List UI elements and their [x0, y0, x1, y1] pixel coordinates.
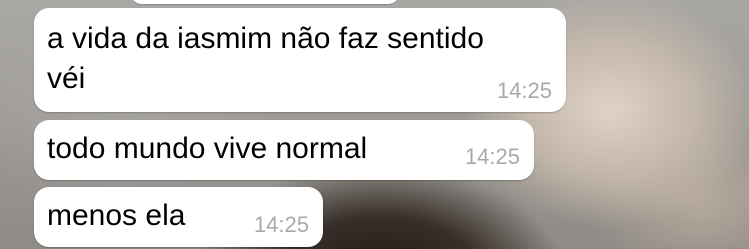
message-bubble[interactable]: todo mundo vive normal 14:25 — [34, 120, 534, 180]
message-timestamp: 14:25 — [253, 212, 309, 237]
message-timestamp: 14:25 — [496, 78, 552, 103]
message-text: véi — [47, 62, 86, 95]
message-text: a vida da iasmim não faz sentido — [47, 22, 484, 55]
message-timestamp: 14:25 — [464, 144, 520, 169]
message-bubble[interactable]: menos ela 14:25 — [34, 187, 323, 247]
message-text: todo mundo vive normal — [47, 132, 368, 165]
message-text: menos ela — [47, 199, 186, 232]
message-bubble[interactable]: a vida da iasmim não faz sentido véi 14:… — [34, 8, 566, 112]
previous-message-bubble[interactable] — [130, 0, 400, 4]
